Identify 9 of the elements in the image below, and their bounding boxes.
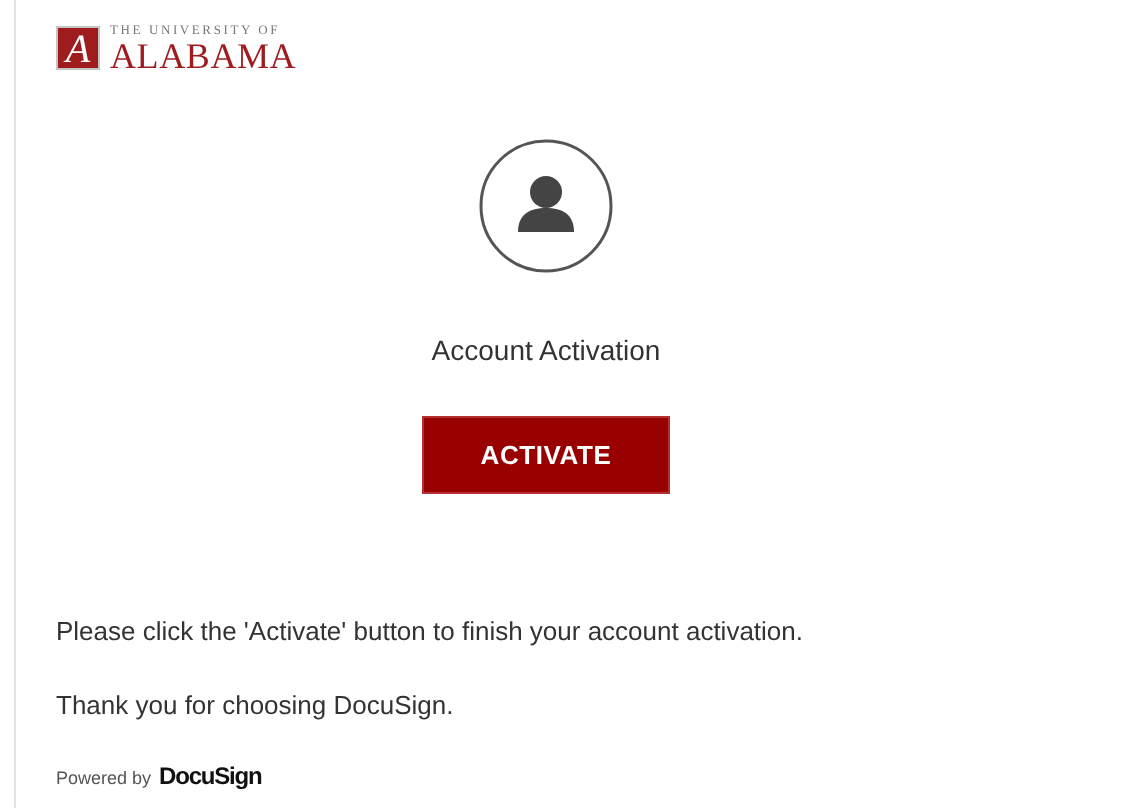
brand-logo: DocuSign: [159, 762, 262, 790]
thanks-text: Thank you for choosing DocuSign.: [56, 690, 456, 720]
logo-mark: A: [56, 26, 100, 70]
user-icon: [478, 138, 614, 274]
powered-by-text: Powered by: [56, 768, 152, 788]
activate-button[interactable]: ACTIVATE: [422, 416, 670, 494]
page-title: Account Activation: [431, 334, 661, 366]
message-text: Please click the 'Activate' button to finish your account activation.: [56, 616, 805, 646]
logo-text: ALABAMA: [110, 39, 297, 73]
